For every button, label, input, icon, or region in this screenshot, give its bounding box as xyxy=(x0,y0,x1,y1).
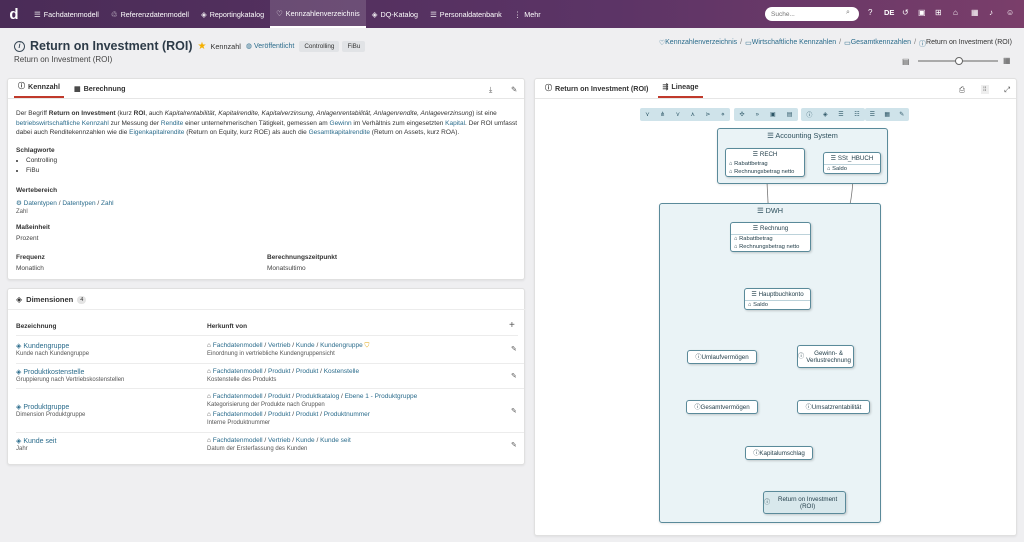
database-icon: ☰ xyxy=(752,151,760,158)
database-icon: ☰ xyxy=(830,155,838,162)
node-rech[interactable]: ☰ RECH ⌂ Rabattbetrag ⌂ Rechnungsbetrag … xyxy=(725,148,805,177)
node-rechnung[interactable]: ☰ Rechnung ⌂ Rabattbetrag ⌂ Rechnungsbet… xyxy=(730,222,811,252)
node-kapitalumschlag[interactable]: ⓘ Kapitalumschlag xyxy=(745,446,813,460)
node-umlaufvermoegen[interactable]: ⓘ Umlaufvermögen xyxy=(687,350,757,364)
database-icon: ☰ xyxy=(751,291,759,298)
system-icon: ☰ xyxy=(756,206,766,215)
node-gesamtvermoegen[interactable]: ⓘ Gesamtvermögen xyxy=(686,400,758,414)
node-sst-hbuch[interactable]: ☰ SSt_HBUCH ⌂ Saldo xyxy=(823,152,881,174)
node-return-on-investment[interactable]: ⓘ Return on Investment (ROI) xyxy=(763,491,846,514)
node-hauptbuchkonto[interactable]: ☰ Hauptbuchkonto ⌂ Saldo xyxy=(744,288,811,310)
node-umsatzrentabilitaet[interactable]: ⓘ Umsatzrentabilität xyxy=(797,400,870,414)
node-gewinn-verlustrechnung[interactable]: ⓘ Gewinn- & Verlustrechnung xyxy=(797,345,854,368)
database-icon: ☰ xyxy=(752,225,761,232)
